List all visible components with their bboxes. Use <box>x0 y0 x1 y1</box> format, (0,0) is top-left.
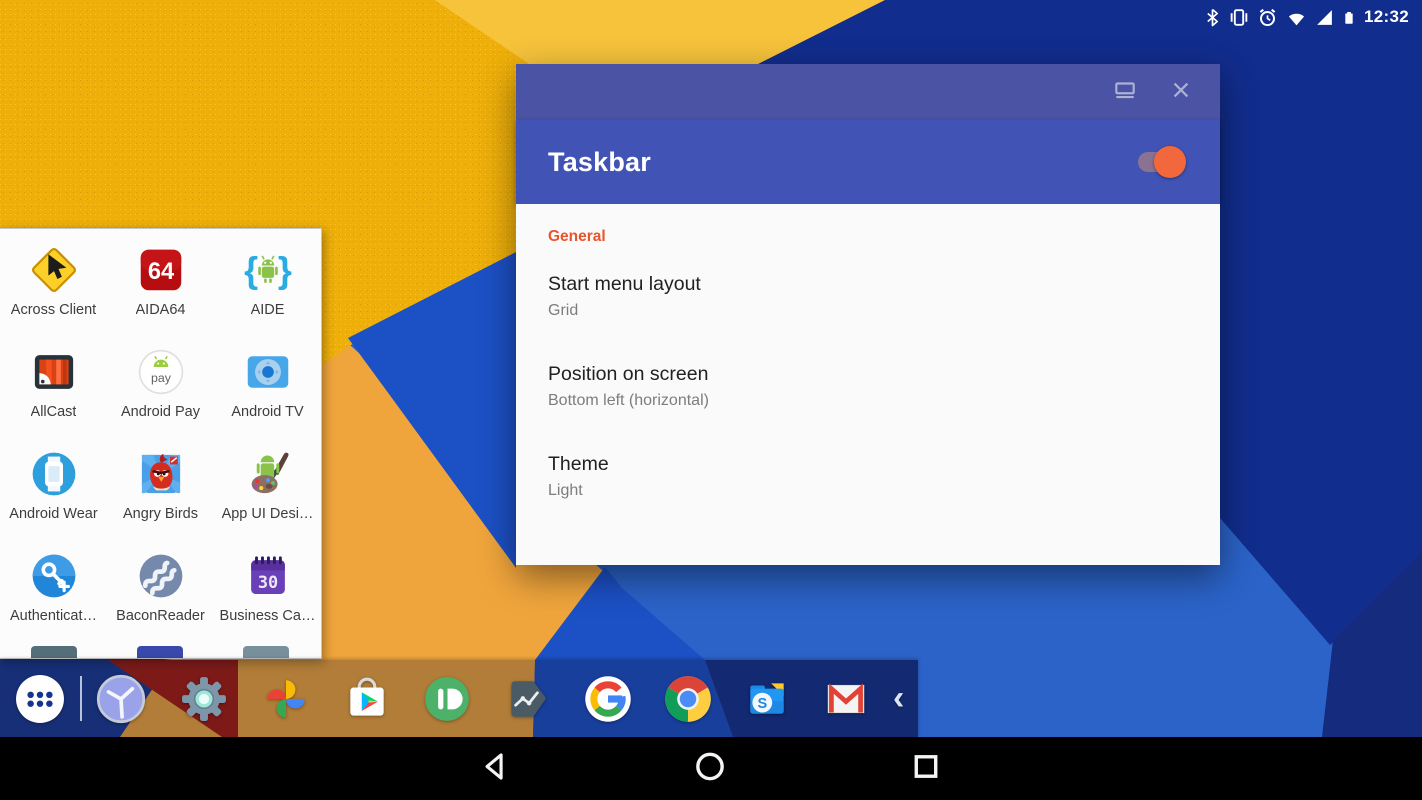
alarm-icon <box>1257 7 1278 28</box>
setting-value: Grid <box>548 302 1188 320</box>
vibrate-icon <box>1229 7 1249 28</box>
svg-text:30: 30 <box>257 572 277 592</box>
authenticator-icon <box>27 549 81 603</box>
back-button[interactable] <box>478 749 512 788</box>
svg-text:S: S <box>757 695 767 711</box>
aide-icon: {} <box>241 243 295 297</box>
setting-position-on-screen[interactable]: Position on screen Bottom left (horizont… <box>548 363 1188 410</box>
app-label: BaconReader <box>116 608 205 624</box>
window-title: Taskbar <box>548 147 651 178</box>
setting-value: Light <box>548 482 1188 500</box>
status-bar: 12:32 <box>1204 0 1422 34</box>
app-item-app-ui-designer[interactable]: App UI Desi… <box>214 441 321 543</box>
setting-label: Theme <box>548 453 1188 476</box>
taskbar-collapse-button[interactable]: ‹ <box>893 660 904 737</box>
recents-button[interactable] <box>909 749 943 788</box>
start-menu-panel: Across Client 64 AIDA64 {} AIDE AllCast … <box>0 228 322 659</box>
close-icon <box>1170 79 1192 106</box>
app-item-allcast[interactable]: AllCast <box>0 339 107 441</box>
across-client-icon <box>27 243 81 297</box>
svg-text:{: { <box>244 249 258 290</box>
angry-birds-icon <box>134 447 188 501</box>
window-titlebar <box>516 64 1220 120</box>
android-tv-icon <box>241 345 295 399</box>
back-icon <box>478 770 512 787</box>
recents-icon <box>909 770 943 787</box>
android-desktop: 12:32 Across Client 64 AIDA64 {} AIDE Al… <box>0 0 1422 800</box>
app-label: App UI Desi… <box>222 506 314 522</box>
app-item-authenticator[interactable]: Authenticat… <box>0 543 107 645</box>
toggle-thumb <box>1154 146 1186 178</box>
google-photos-icon[interactable] <box>261 674 311 724</box>
navigation-bar <box>0 737 1422 800</box>
taskbar-settings-window: Taskbar General Start menu layout Grid P… <box>516 64 1220 565</box>
taskbar-enable-toggle[interactable] <box>1138 152 1180 172</box>
partial-app-icon <box>243 646 289 659</box>
setting-value: Bottom left (horizontal) <box>548 392 1188 410</box>
taskbar-divider <box>80 676 82 721</box>
baconreader-icon <box>134 549 188 603</box>
app-label: Authenticat… <box>10 608 97 624</box>
signal-icon <box>1315 8 1334 27</box>
app-label: AllCast <box>31 404 77 420</box>
start-button[interactable] <box>15 674 65 724</box>
app-item-android-pay[interactable]: pay Android Pay <box>107 339 214 441</box>
clock-app-icon[interactable] <box>95 673 147 725</box>
chrome-icon[interactable] <box>662 673 714 725</box>
solid-explorer-icon[interactable]: S <box>742 674 792 724</box>
settings-list: General Start menu layout Grid Position … <box>516 204 1220 565</box>
status-clock: 12:32 <box>1364 7 1409 27</box>
app-label: AIDE <box>251 302 285 318</box>
app-label: Android Pay <box>121 404 200 420</box>
app-label: Android TV <box>231 404 303 420</box>
google-icon[interactable] <box>582 673 634 725</box>
app-label: AIDA64 <box>136 302 186 318</box>
svg-text:}: } <box>277 249 291 290</box>
svg-text:64: 64 <box>147 259 173 285</box>
bluetooth-icon <box>1204 7 1221 28</box>
chevron-left-icon: ‹ <box>893 679 904 718</box>
wifi-icon <box>1286 8 1307 27</box>
maximize-icon <box>1112 77 1138 108</box>
app-label: Android Wear <box>9 506 97 522</box>
battery-icon <box>1342 7 1356 28</box>
setting-label: Position on screen <box>548 363 1188 386</box>
aida64-icon: 64 <box>134 243 188 297</box>
section-header: General <box>548 228 1188 246</box>
app-item-aide[interactable]: {} AIDE <box>214 237 321 339</box>
home-button[interactable] <box>693 749 727 788</box>
app-item-android-wear[interactable]: Android Wear <box>0 441 107 543</box>
play-console-icon[interactable] <box>502 674 552 724</box>
home-icon <box>693 770 727 787</box>
play-store-icon[interactable] <box>342 674 392 724</box>
close-button[interactable] <box>1168 79 1194 105</box>
setting-label: Start menu layout <box>548 273 1188 296</box>
partial-app-icon <box>137 646 183 659</box>
pushbullet-icon[interactable] <box>422 674 472 724</box>
taskbar: S ‹ <box>0 660 918 737</box>
gmail-icon[interactable] <box>821 674 871 724</box>
android-wear-icon <box>27 447 81 501</box>
app-label: Across Client <box>11 302 96 318</box>
partial-app-icon <box>31 646 77 659</box>
app-item-aida64[interactable]: 64 AIDA64 <box>107 237 214 339</box>
app-label: Angry Birds <box>123 506 198 522</box>
app-item-business-calendar[interactable]: 30 Business Ca… <box>214 543 321 645</box>
setting-theme[interactable]: Theme Light <box>548 453 1188 500</box>
setting-start-menu-layout[interactable]: Start menu layout Grid <box>548 273 1188 320</box>
android-pay-icon: pay <box>134 345 188 399</box>
svg-text:pay: pay <box>151 371 172 385</box>
maximize-button[interactable] <box>1112 79 1138 105</box>
allcast-icon <box>27 345 81 399</box>
app-grid: Across Client 64 AIDA64 {} AIDE AllCast … <box>0 229 321 645</box>
app-item-angry-birds[interactable]: Angry Birds <box>107 441 214 543</box>
app-item-baconreader[interactable]: BaconReader <box>107 543 214 645</box>
app-item-across-client[interactable]: Across Client <box>0 237 107 339</box>
window-appbar: Taskbar <box>516 120 1220 204</box>
settings-gear-icon[interactable] <box>177 672 231 726</box>
app-item-android-tv[interactable]: Android TV <box>214 339 321 441</box>
app-label: Business Ca… <box>220 608 316 624</box>
business-calendar-icon: 30 <box>241 549 295 603</box>
app-ui-designer-icon <box>241 447 295 501</box>
